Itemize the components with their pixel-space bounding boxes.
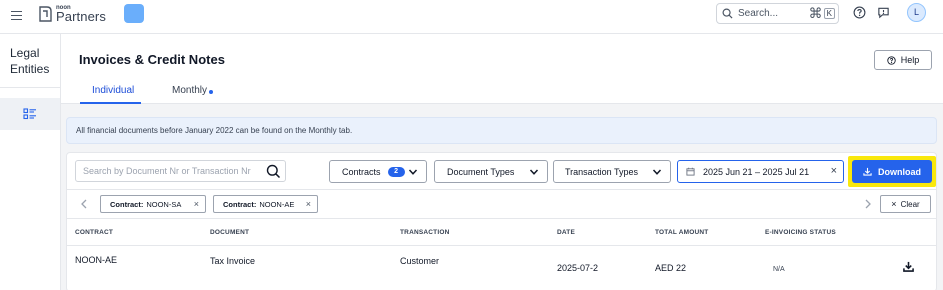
- document-types-dropdown[interactable]: Document Types: [434, 160, 548, 183]
- legal-entities-sidebar: Legal Entities: [0, 34, 61, 290]
- filter-chip-contract: Contract: NOON-SA ×: [100, 195, 206, 213]
- date-range-value: 2025 Jun 21 – 2025 Jul 21: [703, 166, 810, 177]
- search-placeholder: Search...: [738, 8, 779, 19]
- cell-total-amount: AED 22: [655, 263, 687, 273]
- filter-chip-contract: Contract: NOON-AE ×: [213, 195, 318, 213]
- help-button-label: Help: [900, 55, 920, 65]
- chip-value: NOON-AE: [259, 199, 295, 209]
- list-icon: [23, 108, 36, 120]
- download-icon: [863, 167, 872, 176]
- cell-einvoicing-status: N/A: [773, 266, 785, 273]
- chip-key: Contract:: [110, 199, 144, 209]
- download-icon[interactable]: [903, 261, 914, 272]
- column-header-total-amount[interactable]: TOTAL AMOUNT: [655, 229, 708, 236]
- page-title: Invoices & Credit Notes: [79, 52, 225, 67]
- date-range-picker[interactable]: 2025 Jun 21 – 2025 Jul 21 ×: [677, 160, 844, 183]
- tab-monthly[interactable]: Monthly: [172, 85, 207, 96]
- active-filters-row: Contract: NOON-SA × Contract: NOON-AE × …: [67, 189, 936, 219]
- table-row[interactable]: NOON-AE Tax Invoice Customer 2025-07-2 A…: [67, 247, 936, 290]
- remove-chip-icon[interactable]: ×: [306, 199, 311, 209]
- noon-logo-icon: [39, 6, 52, 22]
- sidebar-title: Legal Entities: [10, 45, 49, 77]
- clear-date-icon[interactable]: ×: [831, 166, 837, 177]
- contracts-dropdown[interactable]: Contracts 2: [329, 160, 427, 183]
- column-header-document[interactable]: DOCUMENT: [210, 229, 249, 236]
- column-header-einvoicing-status[interactable]: E-INVOICING STATUS: [765, 229, 836, 236]
- document-search-placeholder: Search by Document Nr or Transaction Nr: [83, 166, 251, 176]
- document-types-label: Document Types: [447, 166, 515, 177]
- calendar-icon: [686, 167, 695, 176]
- documents-panel: Search by Document Nr or Transaction Nr …: [66, 152, 937, 290]
- brand-name: Partners: [56, 9, 106, 24]
- keyboard-shortcut: ⌘ K: [809, 6, 835, 20]
- k-key: K: [823, 7, 835, 19]
- cell-transaction: Customer: [400, 256, 440, 266]
- help-circle-icon[interactable]: [853, 6, 866, 19]
- table-header: CONTRACT DOCUMENT TRANSACTION DATE TOTAL…: [67, 220, 936, 246]
- download-label: Download: [878, 166, 921, 177]
- cell-document: Tax Invoice: [210, 256, 256, 266]
- chevron-left-icon[interactable]: [80, 199, 88, 209]
- app-switcher-button[interactable]: [124, 4, 144, 23]
- column-header-date[interactable]: DATE: [557, 229, 575, 236]
- chevron-down-icon: [529, 169, 539, 175]
- download-button[interactable]: Download: [852, 160, 932, 183]
- chevron-down-icon: [652, 169, 662, 175]
- chevron-right-icon[interactable]: [864, 199, 872, 209]
- download-highlight: Download: [848, 156, 936, 187]
- document-search-input[interactable]: Search by Document Nr or Transaction Nr: [75, 160, 286, 182]
- search-icon: [266, 164, 281, 179]
- sidebar-title-line2: Entities: [10, 62, 50, 76]
- help-button[interactable]: Help: [874, 50, 932, 70]
- feedback-icon[interactable]: [877, 6, 890, 19]
- clear-filters-button[interactable]: × Clear: [880, 195, 931, 213]
- monthly-notification-dot: [209, 90, 213, 94]
- logo[interactable]: noon Partners: [37, 4, 106, 24]
- active-tab-indicator: [80, 102, 141, 104]
- chip-value: NOON-SA: [146, 199, 182, 209]
- remove-chip-icon[interactable]: ×: [194, 199, 199, 209]
- search-icon: [722, 8, 733, 19]
- top-bar: noon Partners Search... ⌘ K L: [0, 0, 943, 34]
- contracts-label: Contracts: [342, 166, 381, 177]
- contracts-count-badge: 2: [387, 166, 405, 177]
- page-header: Invoices & Credit Notes Help Individual …: [61, 34, 943, 104]
- help-circle-icon: [887, 55, 896, 65]
- transaction-types-label: Transaction Types: [565, 166, 639, 177]
- command-key: ⌘: [808, 5, 823, 21]
- clear-label: Clear: [900, 199, 920, 209]
- cell-contract: NOON-AE: [75, 255, 118, 265]
- sidebar-item-list[interactable]: [0, 98, 60, 130]
- global-search-input[interactable]: Search... ⌘ K: [716, 3, 839, 24]
- sidebar-title-line1: Legal: [10, 46, 40, 60]
- chip-key: Contract:: [223, 199, 257, 209]
- menu-icon[interactable]: [11, 8, 25, 22]
- column-header-transaction[interactable]: TRANSACTION: [400, 229, 450, 236]
- tab-individual[interactable]: Individual: [92, 85, 134, 96]
- close-icon: ×: [891, 199, 897, 209]
- column-header-contract[interactable]: CONTRACT: [75, 229, 113, 236]
- sidebar-divider: [0, 87, 60, 88]
- info-banner: All financial documents before January 2…: [66, 117, 937, 144]
- user-avatar[interactable]: L: [907, 3, 926, 22]
- cell-date: 2025-07-2: [557, 263, 599, 273]
- chevron-down-icon: [408, 169, 418, 175]
- transaction-types-dropdown[interactable]: Transaction Types: [553, 160, 671, 183]
